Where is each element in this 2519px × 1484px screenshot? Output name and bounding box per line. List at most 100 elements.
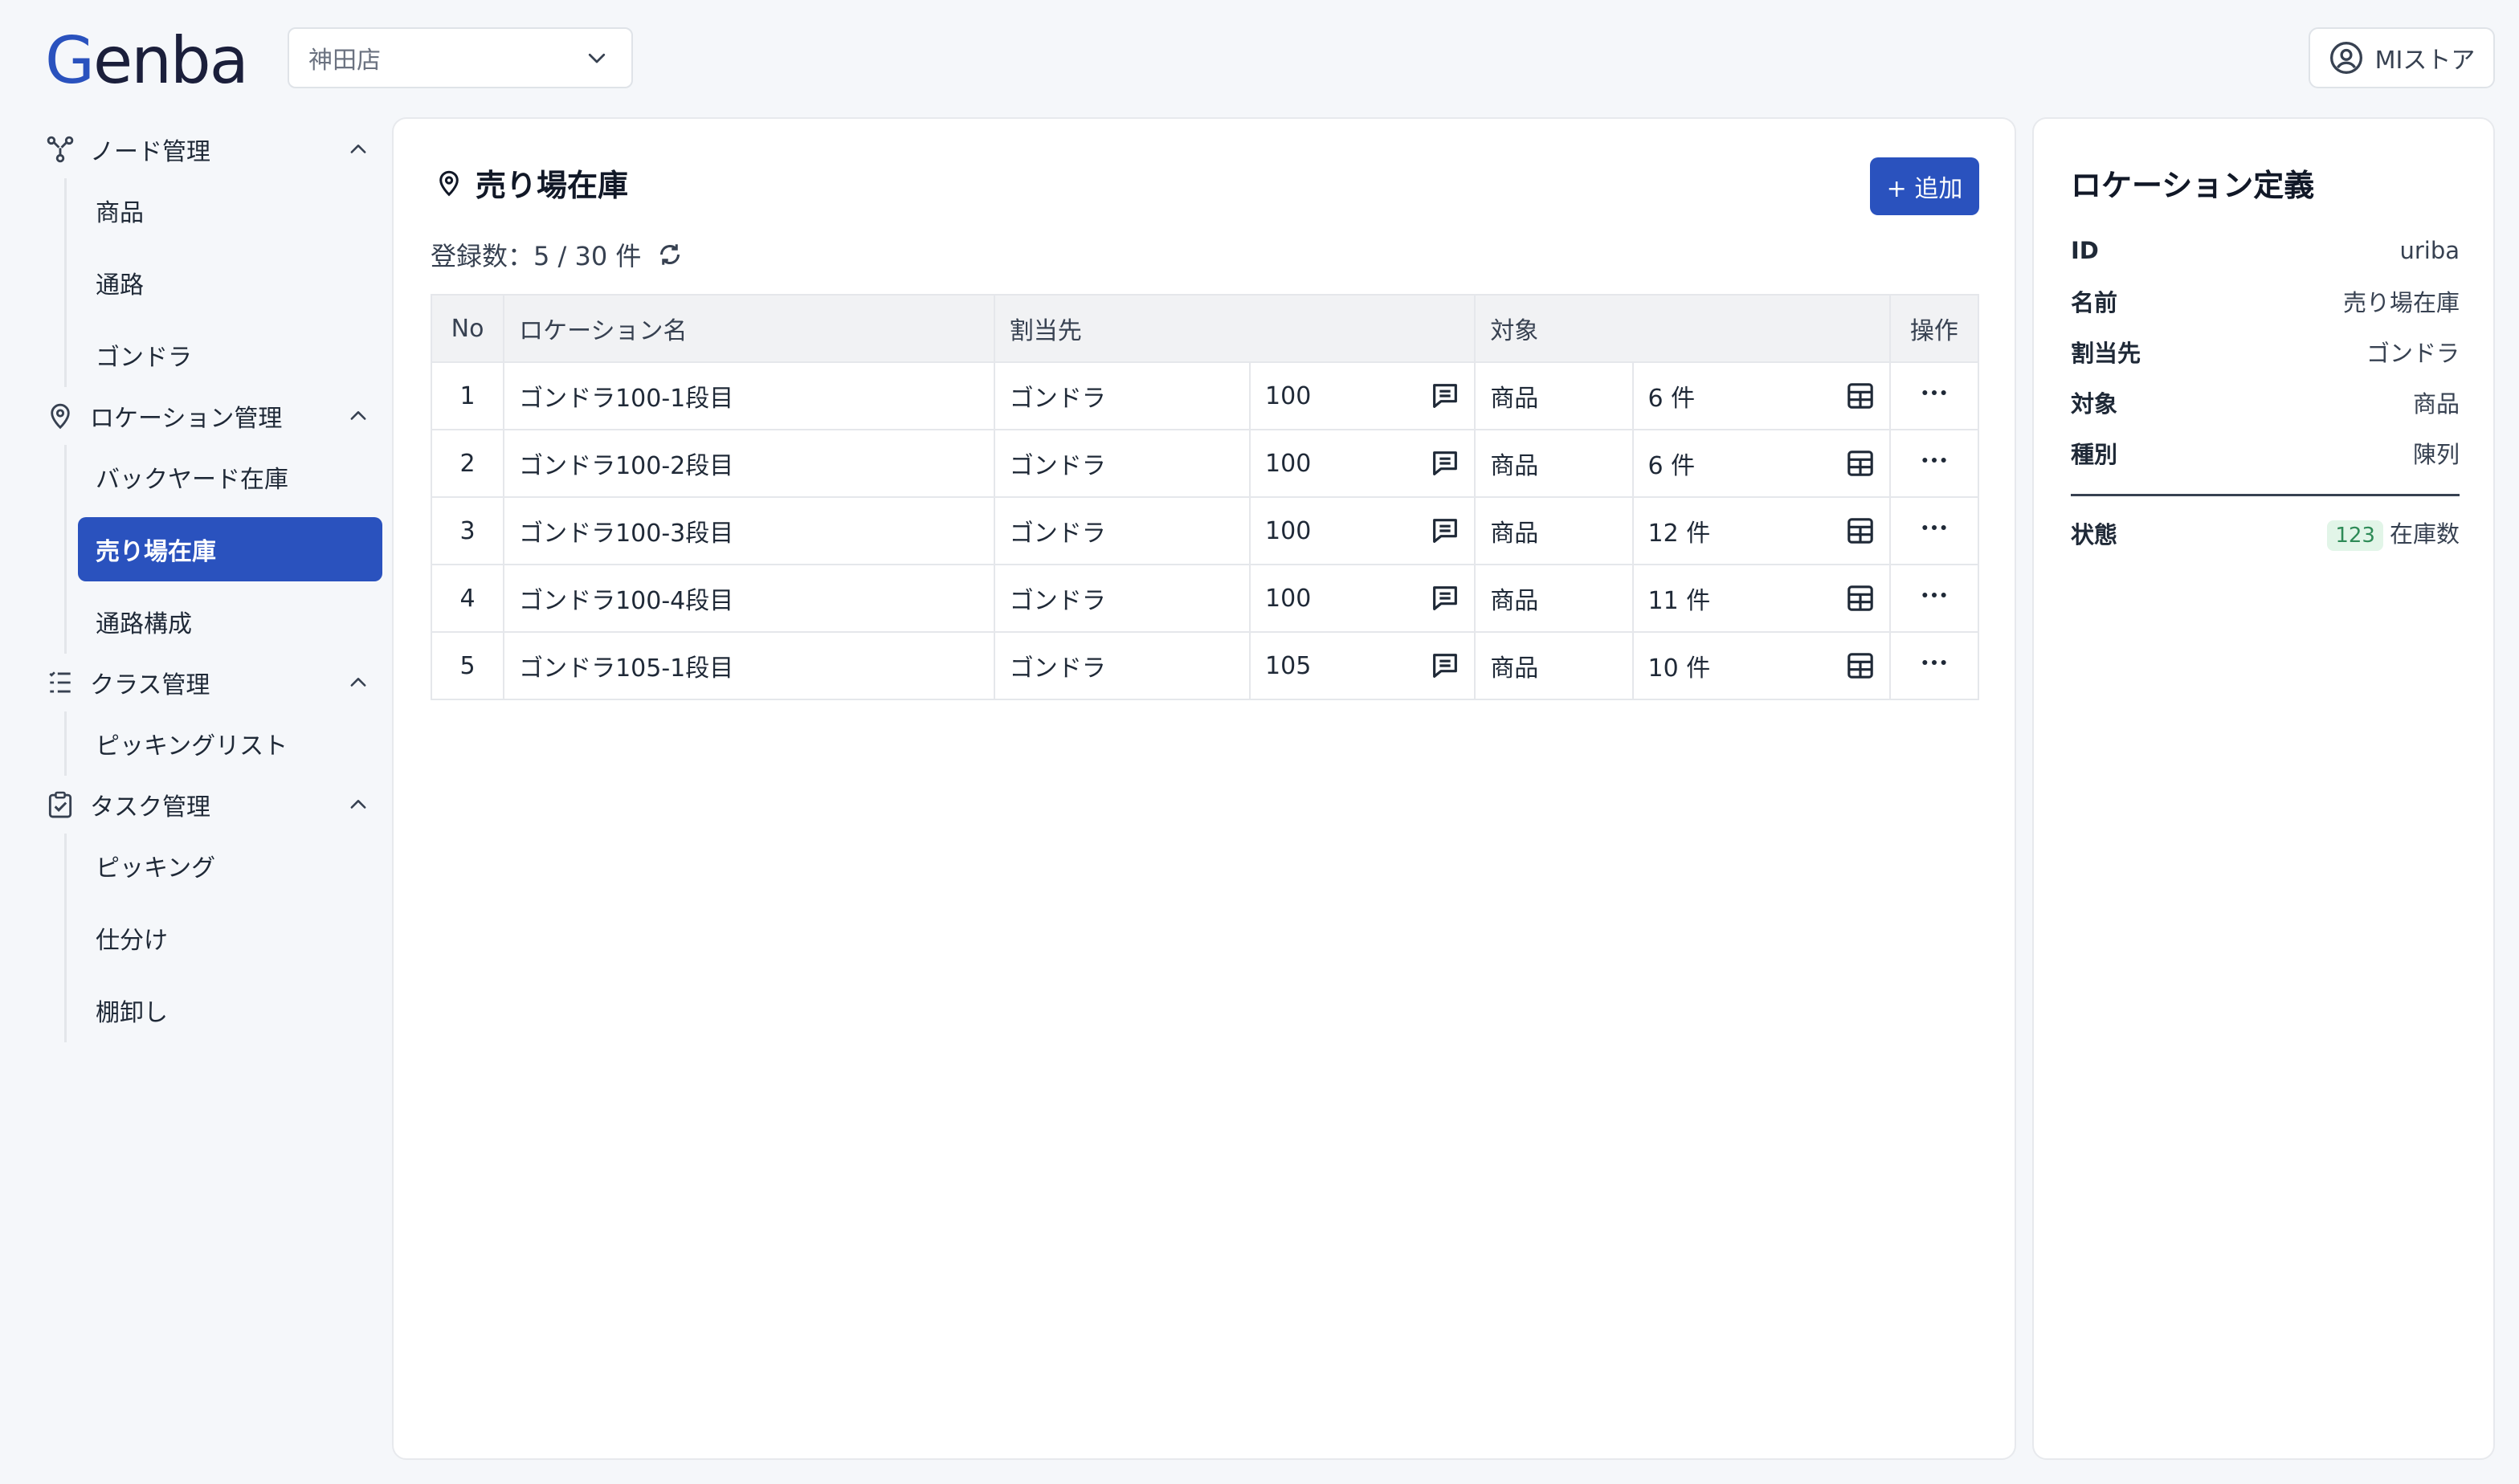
row-location-name: ゴンドラ105-1段目 — [503, 631, 995, 700]
row-assign-id: 100 — [1249, 496, 1476, 565]
comment-icon[interactable] — [1429, 380, 1461, 412]
table-grid-icon[interactable] — [1844, 380, 1876, 412]
chevron-up-icon — [334, 405, 382, 427]
user-circle-icon — [2329, 40, 2364, 75]
logo-text: enba — [93, 23, 249, 98]
location-definition-panel: ロケーション定義 ID uriba 名前 売り場在庫 割当先 ゴンドラ 対象 商品 種別… — [2032, 117, 2495, 1460]
row-target-count: 11 件 — [1631, 564, 1891, 633]
sidebar-item-gondola[interactable]: ゴンドラ — [78, 323, 382, 387]
more-options-icon[interactable] — [1918, 444, 1950, 476]
sidebar-group-items: 商品 通路 ゴンドラ — [64, 178, 382, 387]
definition-title: ロケーション定義 — [2071, 168, 2315, 203]
sidebar-item-sorting[interactable]: 仕分け — [78, 898, 382, 978]
user-label: MIストア — [2374, 47, 2476, 75]
def-key: 名前 — [2071, 288, 2118, 316]
table-grid-icon[interactable] — [1844, 447, 1876, 479]
page-title: 売り場在庫 — [434, 161, 628, 205]
sidebar-item-picking[interactable]: ピッキング — [78, 834, 382, 898]
store-select-value: 神田店 — [308, 47, 381, 75]
sidebar-item-aisle-layout[interactable]: 通路構成 — [78, 589, 382, 654]
comment-icon[interactable] — [1429, 582, 1461, 614]
col-header-target: 対象 — [1474, 294, 1891, 363]
main-panel: 売り場在庫 + 追加 登録数：5 / 30 件 No ロケーション名 割当先 対… — [392, 117, 2016, 1460]
status-value: 在庫数 — [2389, 520, 2460, 548]
row-assign-id: 100 — [1249, 564, 1476, 633]
logo-g: G — [45, 23, 95, 98]
table-row[interactable]: 2 ゴンドラ100-2段目 ゴンドラ 100 商品 6 件 — [430, 429, 1980, 498]
sidebar-item-backyard-stock[interactable]: バックヤード在庫 — [78, 445, 382, 509]
sidebar-item-inventory[interactable]: 棚卸し — [78, 978, 382, 1042]
row-assign-id-text: 100 — [1265, 516, 1312, 545]
more-options-icon[interactable] — [1918, 646, 1950, 679]
row-actions — [1888, 631, 1980, 700]
chevron-up-icon — [334, 793, 382, 816]
table-grid-icon[interactable] — [1844, 650, 1876, 682]
col-header-no: No — [430, 294, 505, 363]
sidebar-group-label: ノード管理 — [90, 138, 210, 166]
sidebar-item-sales-floor-stock[interactable]: 売り場在庫 — [78, 517, 382, 581]
sidebar-item-aisle[interactable]: 通路 — [78, 243, 382, 323]
sidebar-group-task[interactable]: タスク管理 — [45, 776, 382, 834]
more-options-icon[interactable] — [1918, 579, 1950, 611]
def-key: ID — [2071, 236, 2099, 264]
sidebar-group-location[interactable]: ロケーション管理 — [45, 387, 382, 445]
sidebar-group-class[interactable]: クラス管理 — [45, 654, 382, 711]
row-no: 4 — [430, 564, 505, 633]
row-assign: ゴンドラ — [993, 631, 1251, 700]
row-assign: ゴンドラ — [993, 496, 1251, 565]
def-row-status: 状態 123 在庫数 — [2071, 508, 2460, 558]
def-key: 状態 — [2071, 520, 2118, 548]
table-grid-icon[interactable] — [1844, 515, 1876, 547]
def-value: 123 在庫数 — [2327, 516, 2460, 551]
comment-icon[interactable] — [1429, 515, 1461, 547]
store-select[interactable]: 神田店 — [288, 27, 633, 88]
row-assign-id: 100 — [1249, 429, 1476, 498]
def-value: 商品 — [2412, 389, 2460, 418]
table-row[interactable]: 4 ゴンドラ100-4段目 ゴンドラ 100 商品 11 件 — [430, 564, 1980, 633]
row-location-name: ゴンドラ100-2段目 — [503, 429, 995, 498]
add-button[interactable]: + 追加 — [1870, 157, 1979, 215]
table-grid-icon[interactable] — [1844, 582, 1876, 614]
sidebar-item-product[interactable]: 商品 — [78, 178, 382, 243]
col-header-name: ロケーション名 — [503, 294, 995, 363]
row-target: 商品 — [1474, 429, 1634, 498]
table-row[interactable]: 1 ゴンドラ100-1段目 ゴンドラ 100 商品 6 件 — [430, 361, 1980, 430]
row-actions — [1888, 496, 1980, 565]
refresh-icon[interactable] — [655, 240, 684, 269]
sidebar-group-label: ロケーション管理 — [90, 405, 283, 433]
genba-logo[interactable]: Genba — [45, 23, 249, 98]
row-no: 2 — [430, 429, 505, 498]
more-options-icon[interactable] — [1918, 377, 1950, 409]
def-key: 割当先 — [2071, 339, 2141, 367]
chevron-up-icon — [334, 671, 382, 694]
node-icon — [45, 134, 85, 165]
sidebar-group-label: タスク管理 — [90, 793, 210, 822]
row-no: 3 — [430, 496, 505, 565]
record-count-text: 登録数：5 / 30 件 — [431, 241, 642, 271]
def-key: 対象 — [2071, 389, 2118, 418]
def-row-type: 種別 陳列 — [2071, 427, 2460, 478]
row-assign-id-text: 100 — [1265, 449, 1312, 478]
def-value: 陳列 — [2412, 440, 2460, 468]
row-assign-id-text: 100 — [1265, 584, 1312, 613]
def-value: ゴンドラ — [2366, 339, 2460, 367]
def-row-target: 対象 商品 — [2071, 377, 2460, 427]
status-badge: 123 — [2327, 520, 2383, 551]
row-location-name: ゴンドラ100-1段目 — [503, 361, 995, 430]
comment-icon[interactable] — [1429, 447, 1461, 479]
sidebar-group-node[interactable]: ノード管理 — [45, 120, 382, 178]
more-options-icon[interactable] — [1918, 512, 1950, 544]
user-account-button[interactable]: MIストア — [2309, 27, 2495, 88]
row-no: 5 — [430, 631, 505, 700]
comment-icon[interactable] — [1429, 650, 1461, 682]
sidebar-item-picking-list[interactable]: ピッキングリスト — [78, 711, 382, 776]
location-pin-icon — [45, 401, 85, 431]
def-value: uriba — [2399, 236, 2460, 264]
row-target: 商品 — [1474, 631, 1634, 700]
row-target-count-text: 6 件 — [1647, 385, 1696, 413]
table-row[interactable]: 3 ゴンドラ100-3段目 ゴンドラ 100 商品 12 件 — [430, 496, 1980, 565]
col-header-assign: 割当先 — [993, 294, 1476, 363]
row-target-count: 12 件 — [1631, 496, 1891, 565]
table-row[interactable]: 5 ゴンドラ105-1段目 ゴンドラ 105 商品 10 件 — [430, 631, 1980, 700]
def-key: 種別 — [2071, 440, 2118, 468]
